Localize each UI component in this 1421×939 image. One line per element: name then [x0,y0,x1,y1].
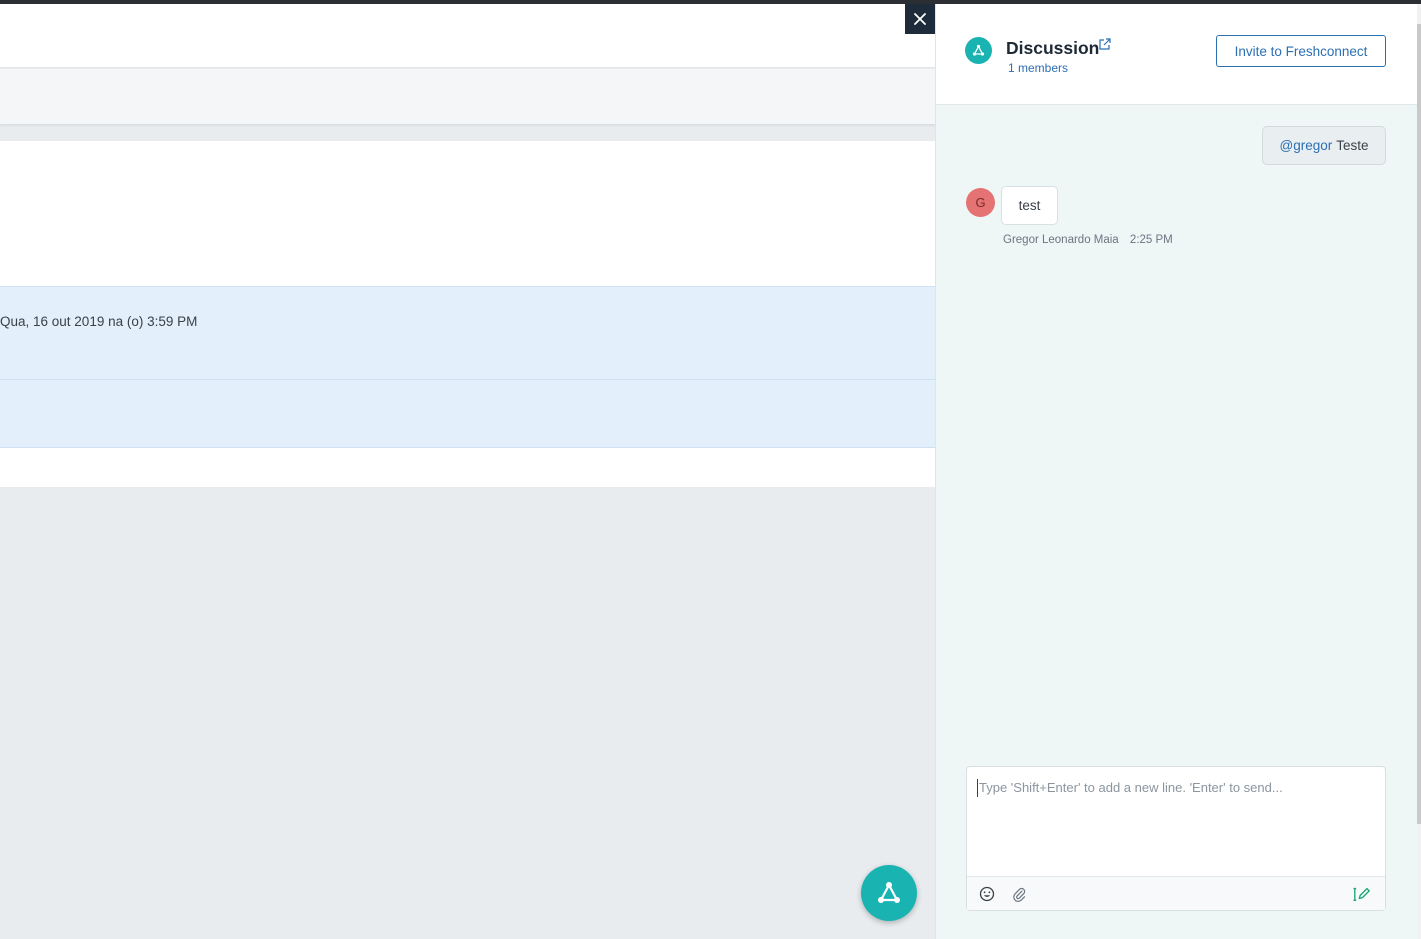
freshconnect-logo-icon [965,37,992,64]
message-composer[interactable]: Type 'Shift+Enter' to add a new line. 'E… [966,766,1386,911]
discussion-panel: Discussion 1 members Invite to Freshconn… [935,4,1418,939]
emoji-icon[interactable] [978,885,996,903]
mention-link[interactable]: @gregor [1279,138,1332,153]
content-card: Qua, 16 out 2019 na (o) 3:59 PM [0,141,935,487]
members-count-link[interactable]: 1 members [1008,61,1068,75]
message-time: 2:25 PM [1129,234,1173,246]
background-app: Qua, 16 out 2019 na (o) 3:59 PM [0,4,935,939]
format-text-icon[interactable] [1353,885,1371,903]
message-text: Teste [1336,138,1369,153]
attachment-icon[interactable] [1010,885,1028,903]
close-icon [914,13,926,25]
close-button[interactable] [905,4,935,34]
avatar: G [966,188,995,217]
scrollbar[interactable] [1417,4,1421,939]
discussion-header: Discussion 1 members Invite to Freshconn… [936,4,1418,105]
app-header [0,4,935,68]
message-bubble-outgoing: @gregor Teste [1262,126,1386,165]
message-input[interactable]: Type 'Shift+Enter' to add a new line. 'E… [977,779,1375,797]
row-date-text: Qua, 16 out 2019 na (o) 3:59 PM [0,314,198,329]
app-toolbar [0,69,935,125]
message-text: test [1018,198,1041,213]
discussion-title: Discussion [1006,38,1100,58]
freshconnect-launcher-button[interactable] [861,865,917,921]
message-meta: Gregor Leonardo Maia 2:25 PM [1003,234,1173,246]
freshconnect-logo-icon [878,882,900,903]
composer-toolbar [967,876,1385,910]
message-bubble-incoming: test [1001,186,1058,225]
invite-button[interactable]: Invite to Freshconnect [1216,35,1386,67]
external-link-icon[interactable] [1098,38,1111,51]
list-row[interactable]: Qua, 16 out 2019 na (o) 3:59 PM [0,286,935,380]
message-author: Gregor Leonardo Maia [1003,234,1119,246]
scrollbar-thumb[interactable] [1417,24,1421,824]
list-row[interactable] [0,380,935,448]
